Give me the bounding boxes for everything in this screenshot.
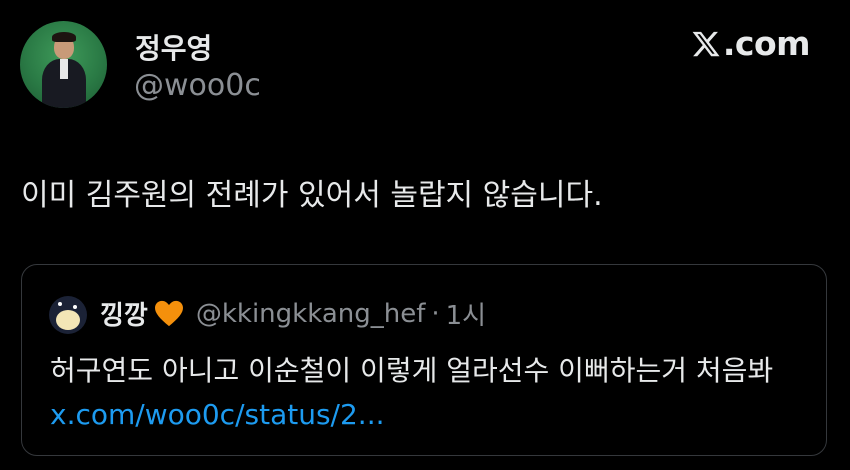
quoted-tweet-header: 낑깡 @kkingkkang_hef · 1시 [100,295,486,332]
quoted-tweet-link[interactable]: x.com/woo0c/status/2... [50,398,385,431]
header-separator: · [431,298,440,329]
tweet-text: 이미 김주원의 전례가 있어서 놀랍지 않습니다. [21,178,603,213]
x-logo-icon [692,31,720,56]
quoted-tweet-time[interactable]: 1시 [446,295,486,332]
brand-domain-text: .com [722,24,811,63]
avatar-character [56,310,80,330]
quoted-author-display-name[interactable]: 낑깡 [100,295,148,332]
avatar-star-dot [58,302,62,306]
avatar-star-dot [73,305,77,309]
quoted-author-handle[interactable]: @kkingkkang_hef [196,299,426,329]
avatar-figure-shirt [60,59,68,79]
author-handle[interactable]: @woo0c [134,68,261,103]
author-avatar[interactable] [20,21,107,108]
orange-heart-icon [154,300,183,326]
author-display-name[interactable]: 정우영 [135,27,212,67]
avatar-figure-hair [52,32,76,42]
quoted-tweet-text: 허구연도 아니고 이순철이 이렇게 얼라선수 이뻐하는거 처음봐 [50,354,774,387]
brand-logo: .com [691,24,811,63]
quoted-tweet-body: 허구연도 아니고 이순철이 이렇게 얼라선수 이뻐하는거 처음봐 x.com/w… [50,349,810,437]
quoted-tweet-card[interactable]: 낑깡 @kkingkkang_hef · 1시 허구연도 아니고 이순철이 이렇… [21,264,827,456]
quoted-author-avatar[interactable] [49,296,87,334]
